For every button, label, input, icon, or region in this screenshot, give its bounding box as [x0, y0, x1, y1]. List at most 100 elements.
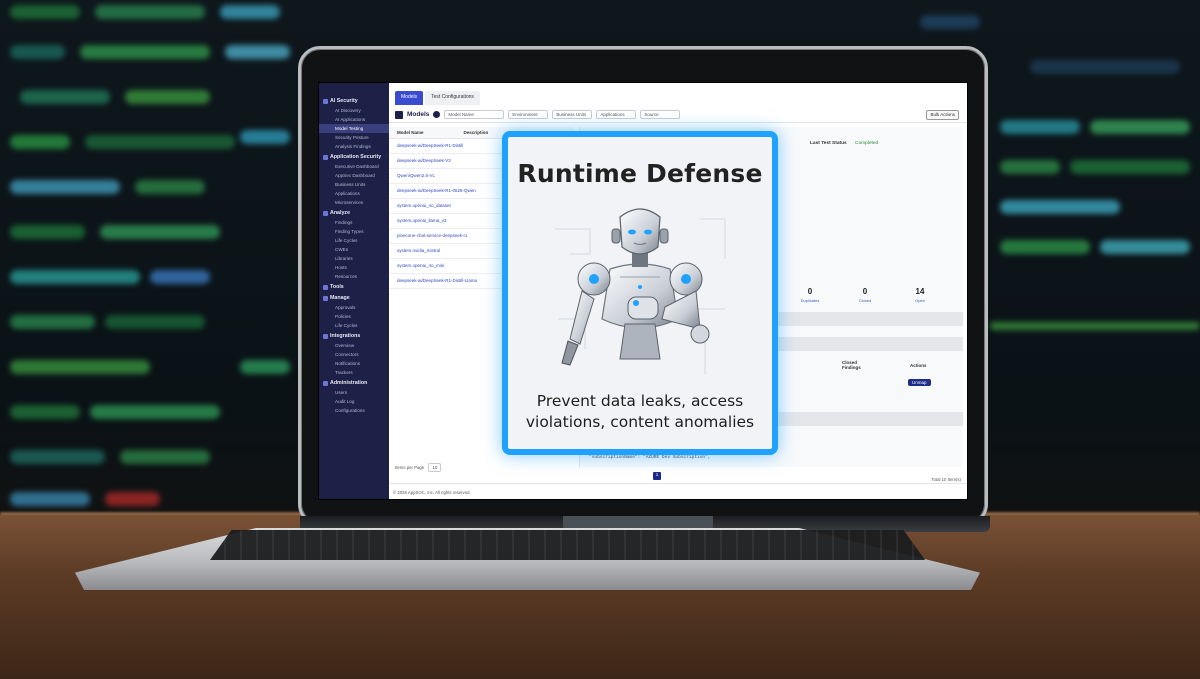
model-name[interactable]: deepseek-ai/DeepSeek-R1-0528-Qwen: [397, 188, 476, 193]
sidebar-item-executive-dashboard[interactable]: Executive Dashboard: [319, 162, 389, 171]
bg-code-bar: [10, 180, 120, 194]
bg-code-bar: [220, 5, 280, 19]
sidebar-item-ai-applications[interactable]: AI Applications: [319, 115, 389, 124]
sidebar-item-hosts[interactable]: Hosts: [319, 263, 389, 272]
sidebar-item-business-units[interactable]: Business Units: [319, 180, 389, 189]
filter-source[interactable]: Source: [640, 110, 681, 119]
bg-code-bar: [135, 180, 205, 194]
refresh-icon[interactable]: [433, 111, 441, 118]
sidebar-group-manage[interactable]: Manage: [319, 292, 389, 303]
sidebar-item-applications[interactable]: Applications: [319, 189, 389, 198]
page-button-current[interactable]: 1: [653, 472, 661, 480]
bg-code-bar: [10, 450, 105, 464]
sidebar-group-ai-security[interactable]: AI Security: [319, 95, 389, 106]
sidebar-item-libraries[interactable]: Libraries: [319, 254, 389, 263]
sidebar-group-label: Application Security: [330, 154, 382, 160]
sidebar-item-configurations[interactable]: Configurations: [319, 406, 389, 415]
model-name[interactable]: deepseek-ai/DeepSeek-R1-Distill: [397, 143, 463, 148]
sidebar-item-cwes[interactable]: CWEs: [319, 245, 389, 254]
items-per-page-label: Items per Page: [395, 465, 425, 470]
stat-label: Duplicates: [800, 298, 820, 303]
bulk-actions-button[interactable]: Bulk Actions: [926, 109, 959, 120]
sidebar-group-label: AI Security: [330, 98, 358, 104]
model-name[interactable]: system.nvidia_mistral: [397, 248, 440, 253]
card-caption: Prevent data leaks, access violations, c…: [508, 391, 772, 433]
bg-code-bar: [105, 315, 205, 329]
bg-code-bar: [1000, 200, 1120, 214]
admin-icon: [323, 380, 328, 386]
list-icon: [395, 110, 403, 119]
bg-code-bar: [920, 15, 980, 29]
sidebar-group-application-security[interactable]: Application Security: [319, 151, 389, 162]
bg-code-bar: [80, 45, 210, 59]
items-per-page-select[interactable]: 10: [428, 463, 442, 472]
model-name[interactable]: deepseek-ai/DeepSeek-R1-Distill-Llama: [397, 278, 477, 283]
sidebar-group-integrations[interactable]: Integrations: [319, 330, 389, 341]
col-model-name[interactable]: Model Name: [397, 130, 424, 135]
sidebar-item-finding-types[interactable]: Finding Types: [319, 227, 389, 236]
sidebar-item-life-cycles[interactable]: Life Cycles: [319, 236, 389, 245]
filter-business-units[interactable]: Business Units: [552, 110, 593, 119]
bg-code-bar: [10, 360, 150, 374]
sidebar-item-analysis-findings[interactable]: Analysis Findings: [319, 142, 389, 151]
bg-code-bar: [10, 135, 70, 149]
card-caption-line-2: violations, content anomalies: [525, 413, 755, 431]
bg-code-bar: [240, 130, 290, 144]
sidebar-group-tools[interactable]: Tools: [319, 281, 389, 292]
bg-code-bar: [95, 5, 205, 19]
bg-code-bar: [1030, 60, 1180, 74]
model-name[interactable]: system.openai_4o_mini: [397, 263, 444, 268]
sidebar-group-label: Administration: [330, 380, 368, 386]
filter-environment[interactable]: Environment: [508, 110, 549, 119]
sidebar-item-trackers[interactable]: Trackers: [319, 368, 389, 377]
bg-code-bar: [1000, 120, 1080, 134]
actions-header: Actions: [910, 363, 927, 368]
sidebar-item-overview[interactable]: Overview: [319, 341, 389, 350]
sidebar-group-label: Analyze: [330, 210, 351, 216]
stat-label: Open: [915, 298, 925, 303]
items-per-page: Items per Page 10: [395, 463, 442, 472]
sidebar-item-audit-log[interactable]: Audit Log: [319, 397, 389, 406]
sidebar-item-notifications[interactable]: Notifications: [319, 359, 389, 368]
app-icon: [323, 154, 328, 160]
sidebar-item-appsec-dashboard[interactable]: AppSec Dashboard: [319, 171, 389, 180]
model-name[interactable]: deepseek-ai/DeepSeek-V3: [397, 158, 451, 163]
bg-code-bar: [125, 90, 210, 104]
sidebar-item-users[interactable]: Users: [319, 388, 389, 397]
tab-test-configurations[interactable]: Test Configurations: [425, 91, 480, 105]
sidebar-item-findings[interactable]: Findings: [319, 218, 389, 227]
col-description[interactable]: Description: [464, 130, 489, 135]
bg-code-bar: [1090, 120, 1190, 134]
sidebar-item-policies[interactable]: Policies: [319, 312, 389, 321]
sidebar-item-connectors[interactable]: Connectors: [319, 350, 389, 359]
model-name[interactable]: system.openai_llama_v3: [397, 218, 447, 223]
stat-value: 0: [807, 287, 813, 296]
sidebar-group-label: Integrations: [330, 333, 361, 339]
sidebar-item-ai-discovery[interactable]: AI Discovery: [319, 106, 389, 115]
search-input[interactable]: Model Name: [444, 110, 505, 119]
bg-code-bar: [85, 135, 235, 149]
model-name[interactable]: Qwen/Qwen2.5-VL: [397, 173, 435, 178]
sidebar-item-manage-life-cycles[interactable]: Life Cycles: [319, 321, 389, 330]
tools-icon: [323, 284, 328, 290]
sidebar-item-security-posture[interactable]: Security Posture: [319, 133, 389, 142]
code-snippet-line: "subscriptionName": "AZURE Dev Subscript…: [589, 455, 711, 460]
sidebar-item-resources[interactable]: Resources: [319, 272, 389, 281]
model-name[interactable]: pinecone-chat-service-deepseek-r1: [397, 233, 468, 238]
model-name[interactable]: system.openai_4o_dataset: [397, 203, 451, 208]
stat-value: 14: [915, 287, 925, 296]
sidebar-item-microservices[interactable]: Microservices: [319, 198, 389, 207]
sidebar-group-administration[interactable]: Administration: [319, 377, 389, 388]
sidebar-group-analyze[interactable]: Analyze: [319, 207, 389, 218]
unmap-button[interactable]: Unmap: [908, 379, 931, 386]
bg-code-bar: [10, 405, 80, 419]
filter-applications[interactable]: Applications: [596, 110, 637, 119]
bg-code-bar: [10, 315, 95, 329]
bg-code-bar: [240, 360, 290, 374]
sidebar-item-approvals[interactable]: Approvals: [319, 303, 389, 312]
bg-code-bar: [105, 492, 160, 506]
manage-icon: [323, 295, 328, 301]
sidebar-item-model-testing[interactable]: Model Testing: [319, 124, 389, 133]
tab-models[interactable]: Models: [395, 91, 424, 105]
